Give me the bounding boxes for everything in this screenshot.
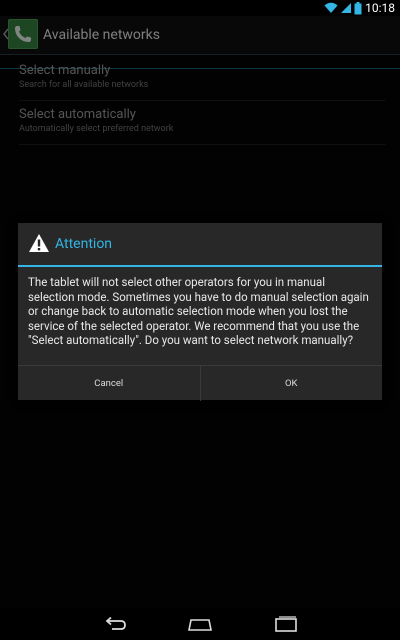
recents-icon[interactable] <box>274 616 298 632</box>
ok-button[interactable]: OK <box>199 366 383 401</box>
home-icon[interactable] <box>187 616 213 632</box>
status-icons <box>324 1 362 15</box>
dialog-divider <box>18 265 382 267</box>
battery-icon <box>354 1 362 14</box>
back-icon[interactable] <box>103 616 127 632</box>
status-time: 10:18 <box>365 1 395 15</box>
dialog-message: The tablet will not select other operato… <box>28 275 369 347</box>
status-bar: 10:18 <box>0 0 400 16</box>
dialog-header: Attention <box>18 223 382 265</box>
wifi-icon <box>324 2 338 13</box>
dialog-button-bar: Cancel OK <box>18 365 382 401</box>
dialog-title: Attention <box>55 236 113 252</box>
navigation-bar <box>0 608 400 640</box>
cancel-button[interactable]: Cancel <box>18 366 200 401</box>
attention-dialog: Attention The tablet will not select oth… <box>18 223 382 401</box>
warning-icon <box>29 234 49 252</box>
signal-icon <box>341 3 351 13</box>
